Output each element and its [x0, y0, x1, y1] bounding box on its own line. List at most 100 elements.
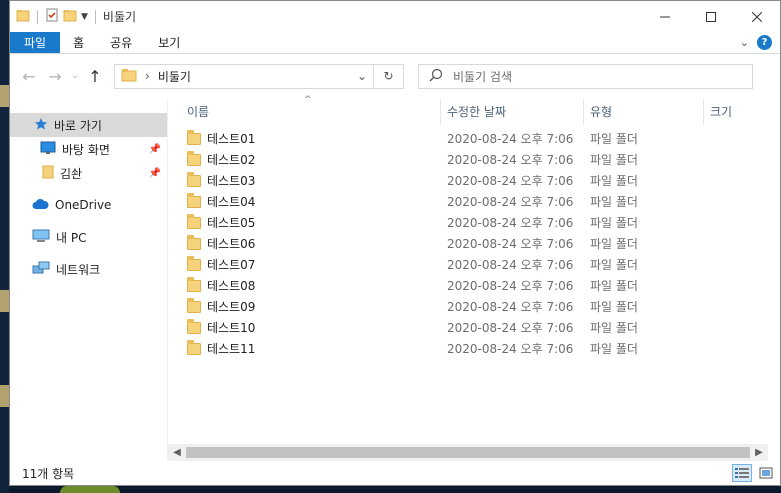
file-type: 파일 폴더 [590, 237, 638, 251]
sidebar-item-network[interactable]: 네트워크 [10, 257, 167, 281]
folder-icon [187, 234, 201, 250]
folder-icon [187, 213, 201, 229]
up-button[interactable]: ↑ [82, 63, 108, 89]
column-header-date[interactable]: 수정한 날짜 [440, 99, 583, 124]
file-name: 테스트11 [207, 342, 256, 356]
folder-icon [187, 129, 201, 145]
address-bar[interactable]: › 비둘기 ⌄ [114, 63, 374, 89]
table-row[interactable]: 테스트05 2020-08-24 오후 7:06 파일 폴더 [168, 212, 780, 233]
search-icon [429, 68, 443, 85]
file-type: 파일 폴더 [590, 195, 638, 209]
desktop-shortcut-icon[interactable] [0, 85, 9, 107]
file-name: 테스트06 [207, 237, 256, 251]
recent-locations-chevron-icon[interactable]: ⌄ [68, 63, 82, 89]
table-row[interactable]: 테스트01 2020-08-24 오후 7:06 파일 폴더 [168, 128, 780, 149]
search-input[interactable]: 비둘기 검색 [418, 63, 753, 89]
breadcrumb[interactable]: 비둘기 [158, 68, 191, 85]
column-header-type[interactable]: 유형 [583, 99, 703, 124]
properties-icon[interactable] [45, 8, 59, 25]
sidebar-item-this-pc[interactable]: 내 PC [10, 225, 167, 249]
sort-ascending-icon: ^ [304, 95, 312, 105]
file-date: 2020-08-24 오후 7:06 [447, 237, 574, 251]
file-date: 2020-08-24 오후 7:06 [447, 258, 574, 272]
minimize-button[interactable] [642, 1, 688, 32]
breadcrumb-separator-icon[interactable]: › [145, 69, 150, 83]
scrollbar-thumb[interactable] [186, 447, 750, 458]
table-row[interactable]: 테스트03 2020-08-24 오후 7:06 파일 폴더 [168, 170, 780, 191]
file-type: 파일 폴더 [590, 342, 638, 356]
main-area: 바로 가기 바탕 화면 📌 김솬 📌 OneDrive 내 PC 네트워크 ^ … [10, 95, 780, 461]
sidebar-item-label: 네트워크 [56, 262, 101, 277]
back-button[interactable]: ← [16, 63, 42, 89]
sidebar-item-kimsoan[interactable]: 김솬 📌 [10, 161, 167, 185]
ribbon-tabs: 파일 홈 공유 보기 ⌄ ? [10, 32, 780, 54]
table-row[interactable]: 테스트07 2020-08-24 오후 7:06 파일 폴더 [168, 254, 780, 275]
sidebar-item-quick-access[interactable]: 바로 가기 [10, 113, 167, 137]
file-name: 테스트07 [207, 258, 256, 272]
sidebar-item-onedrive[interactable]: OneDrive [10, 193, 167, 217]
large-icons-view-icon[interactable] [756, 464, 776, 482]
file-date: 2020-08-24 오후 7:06 [447, 342, 574, 356]
refresh-button[interactable]: ↻ [374, 63, 404, 89]
file-type: 파일 폴더 [590, 279, 638, 293]
maximize-button[interactable] [688, 1, 734, 32]
column-header-name[interactable]: ^ 이름 [168, 95, 440, 124]
quick-access-toolbar: ▼ [10, 8, 99, 25]
address-dropdown-chevron-icon[interactable]: ⌄ [351, 69, 373, 83]
column-header-size[interactable]: 크기 [703, 99, 763, 124]
navigation-bar: ← → ⌄ ↑ › 비둘기 ⌄ ↻ 비둘기 검색 [10, 54, 780, 98]
expand-ribbon-chevron-icon[interactable]: ⌄ [740, 36, 749, 49]
title-bar: ▼ 비둘기 [10, 1, 780, 32]
table-row[interactable]: 테스트10 2020-08-24 오후 7:06 파일 폴더 [168, 317, 780, 338]
file-type: 파일 폴더 [590, 153, 638, 167]
folder-icon [42, 165, 54, 182]
file-name: 테스트04 [207, 195, 256, 209]
file-date: 2020-08-24 오후 7:06 [447, 132, 574, 146]
file-name: 테스트09 [207, 300, 256, 314]
details-view-icon[interactable] [732, 464, 752, 482]
pin-icon[interactable]: 📌 [149, 168, 161, 179]
file-date: 2020-08-24 오후 7:06 [447, 174, 574, 188]
folder-icon [121, 67, 137, 86]
file-rows: 테스트01 2020-08-24 오후 7:06 파일 폴더 테스트02 2020-0… [168, 124, 780, 359]
desktop-shortcut-icon[interactable] [0, 385, 9, 407]
file-type: 파일 폴더 [590, 258, 638, 272]
file-date: 2020-08-24 오후 7:06 [447, 321, 574, 335]
customize-toolbar-chevron-icon[interactable]: ▼ [81, 12, 88, 22]
file-type: 파일 폴더 [590, 216, 638, 230]
search-placeholder: 비둘기 검색 [453, 69, 513, 84]
tab-view[interactable]: 보기 [145, 32, 193, 53]
file-date: 2020-08-24 오후 7:06 [447, 300, 574, 314]
table-row[interactable]: 테스트11 2020-08-24 오후 7:06 파일 폴더 [168, 338, 780, 359]
pin-icon[interactable]: 📌 [149, 144, 161, 155]
desktop-shortcut-icon[interactable] [0, 290, 9, 312]
table-row[interactable]: 테스트04 2020-08-24 오후 7:06 파일 폴더 [168, 191, 780, 212]
new-folder-icon[interactable] [63, 8, 77, 25]
file-date: 2020-08-24 오후 7:06 [447, 216, 574, 230]
tab-file[interactable]: 파일 [10, 32, 61, 53]
sidebar-item-label: 바로 가기 [54, 118, 102, 133]
sidebar-item-desktop[interactable]: 바탕 화면 📌 [10, 137, 167, 161]
table-row[interactable]: 테스트02 2020-08-24 오후 7:06 파일 폴더 [168, 149, 780, 170]
tab-home[interactable]: 홈 [60, 32, 97, 53]
file-type: 파일 폴더 [590, 132, 638, 146]
folder-icon [187, 276, 201, 292]
forward-button[interactable]: → [42, 63, 68, 89]
help-icon[interactable]: ? [757, 35, 772, 50]
folder-icon [187, 150, 201, 166]
tab-share[interactable]: 공유 [97, 32, 145, 53]
table-row[interactable]: 테스트09 2020-08-24 오후 7:06 파일 폴더 [168, 296, 780, 317]
close-button[interactable] [734, 1, 780, 32]
window-title: 비둘기 [102, 10, 137, 24]
item-count: 11개 항목 [22, 466, 75, 481]
table-row[interactable]: 테스트06 2020-08-24 오후 7:06 파일 폴더 [168, 233, 780, 254]
file-date: 2020-08-24 오후 7:06 [447, 279, 574, 293]
horizontal-scrollbar[interactable]: ◀ ▶ [168, 444, 768, 461]
table-row[interactable]: 테스트08 2020-08-24 오후 7:06 파일 폴더 [168, 275, 780, 296]
scroll-left-icon[interactable]: ◀ [168, 447, 186, 458]
column-header-label: 유형 [590, 105, 613, 119]
column-header-label: 수정한 날짜 [447, 105, 507, 119]
file-date: 2020-08-24 오후 7:06 [447, 153, 574, 167]
scroll-right-icon[interactable]: ▶ [750, 447, 768, 458]
star-icon [34, 117, 48, 134]
